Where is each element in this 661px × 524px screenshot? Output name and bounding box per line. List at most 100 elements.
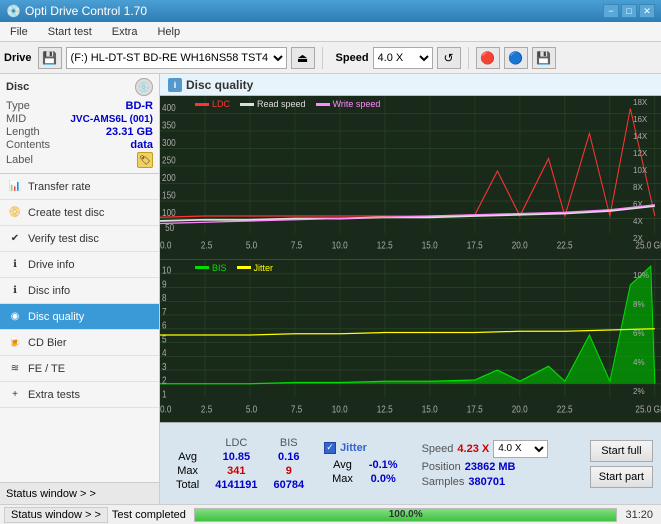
sidebar-item-disc-quality[interactable]: ◉ Disc quality <box>0 304 159 330</box>
status-window-button[interactable]: Status window > > <box>0 482 159 504</box>
cd-bier-icon: 🍺 <box>8 336 22 350</box>
drive-label: Drive <box>4 52 32 64</box>
svg-text:2: 2 <box>162 374 167 385</box>
drive-info-label: Drive info <box>28 259 74 271</box>
mid-label: MID <box>6 113 26 125</box>
svg-text:8: 8 <box>162 292 167 303</box>
sidebar-item-cd-bier[interactable]: 🍺 CD Bier <box>0 330 159 356</box>
svg-text:7.5: 7.5 <box>291 240 302 251</box>
svg-text:17.5: 17.5 <box>467 403 483 414</box>
type-value: BD-R <box>126 100 154 112</box>
status-window-bottom-button[interactable]: Status window > > <box>4 507 108 523</box>
refresh-icon[interactable]: ↺ <box>437 47 461 69</box>
checkbox-check: ✓ <box>326 442 334 453</box>
progress-bar-container: 100.0% <box>194 508 618 522</box>
disc-quality-label: Disc quality <box>28 311 84 323</box>
legend-jitter: Jitter <box>237 263 274 273</box>
start-full-button[interactable]: Start full <box>590 440 653 462</box>
top-chart-y-right: 18X 16X 14X 12X 10X 8X 6X 4X 2X <box>633 98 661 243</box>
menu-start-test[interactable]: Start test <box>42 24 98 40</box>
sidebar-item-extra-tests[interactable]: + Extra tests <box>0 382 159 408</box>
mid-value: JVC-AMS6L (001) <box>70 114 153 125</box>
jitter-checkbox[interactable]: ✓ <box>324 442 336 454</box>
stats-max-row: Max 341 9 <box>168 464 312 478</box>
eject-icon[interactable]: ⏏ <box>291 47 315 69</box>
sidebar-item-drive-info[interactable]: ℹ Drive info <box>0 252 159 278</box>
sidebar-item-transfer-rate[interactable]: 📊 Transfer rate <box>0 174 159 200</box>
write-speed-legend-label: Write speed <box>333 99 381 109</box>
drive-select[interactable]: (F:) HL-DT-ST BD-RE WH16NS58 TST4 <box>66 47 287 69</box>
disc-mid-row: MID JVC-AMS6L (001) <box>6 113 153 125</box>
max-bis-value: 9 <box>265 464 312 478</box>
svg-text:5: 5 <box>162 333 167 344</box>
chart-top: 0.0 2.5 5.0 7.5 10.0 12.5 15.0 17.5 20.0… <box>160 96 661 260</box>
sidebar-item-disc-info[interactable]: ℹ Disc info <box>0 278 159 304</box>
jitter-label: Jitter <box>340 442 367 454</box>
disc-length-row: Length 23.31 GB <box>6 126 153 138</box>
sidebar-item-fe-te[interactable]: ≋ FE / TE <box>0 356 159 382</box>
transfer-rate-label: Transfer rate <box>28 181 91 193</box>
total-ldc-value: 4141191 <box>207 478 265 492</box>
start-part-button[interactable]: Start part <box>590 466 653 488</box>
avg-bis-value: 0.16 <box>265 450 312 464</box>
menu-help[interactable]: Help <box>151 24 186 40</box>
disc-write-icon[interactable]: 🔴 <box>476 47 500 69</box>
svg-text:22.5: 22.5 <box>557 403 573 414</box>
charts-container: 0.0 2.5 5.0 7.5 10.0 12.5 15.0 17.5 20.0… <box>160 96 661 422</box>
contents-value: data <box>130 139 153 151</box>
label-icon: 🏷 <box>137 152 153 168</box>
menu-extra[interactable]: Extra <box>106 24 144 40</box>
svg-text:100: 100 <box>162 207 176 218</box>
drive-info-icon: ℹ <box>8 258 22 272</box>
svg-text:10.0: 10.0 <box>332 403 348 414</box>
samples-value: 380701 <box>468 476 505 488</box>
statusbar: Status window > > Test completed 100.0% … <box>0 504 661 524</box>
svg-text:10: 10 <box>162 264 171 275</box>
sidebar-item-verify-test-disc[interactable]: ✔ Verify test disc <box>0 226 159 252</box>
sidebar-item-create-test-disc[interactable]: 📀 Create test disc <box>0 200 159 226</box>
svg-text:250: 250 <box>162 155 176 166</box>
svg-text:3: 3 <box>162 361 167 372</box>
disc-read-icon[interactable]: 🔵 <box>504 47 528 69</box>
position-label: Position <box>422 461 461 473</box>
svg-text:0.0: 0.0 <box>160 403 171 414</box>
menu-file[interactable]: File <box>4 24 34 40</box>
bottom-chart-y-right: 10% 8% 6% 4% 2% <box>633 262 661 407</box>
speed-position-section: Speed 4.23 X 4.0 X Position 23862 MB Sam… <box>422 440 549 488</box>
length-value: 23.31 GB <box>106 126 153 138</box>
position-value: 23862 MB <box>465 461 516 473</box>
disc-icon: 💿 <box>135 78 153 96</box>
svg-text:12.5: 12.5 <box>377 240 393 251</box>
close-button[interactable]: ✕ <box>639 4 655 18</box>
svg-text:5.0: 5.0 <box>246 403 257 414</box>
svg-text:400: 400 <box>162 102 176 113</box>
speed-select[interactable]: 4.0 X <box>373 47 433 69</box>
titlebar: 💿 Opti Drive Control 1.70 − □ ✕ <box>0 0 661 22</box>
svg-text:22.5: 22.5 <box>557 240 573 251</box>
svg-text:5.0: 5.0 <box>246 240 257 251</box>
length-label: Length <box>6 126 40 138</box>
disc-info-icon: ℹ <box>8 284 22 298</box>
minimize-button[interactable]: − <box>603 4 619 18</box>
samples-row: Samples 380701 <box>422 476 549 488</box>
ldc-bis-table: LDC BIS Avg 10.85 0.16 Max 341 9 <box>168 436 312 492</box>
svg-text:10.0: 10.0 <box>332 240 348 251</box>
time-display: 31:20 <box>625 509 653 521</box>
svg-text:7.5: 7.5 <box>291 403 302 414</box>
sidebar: Disc 💿 Type BD-R MID JVC-AMS6L (001) Len… <box>0 74 160 504</box>
disc-quality-header: i Disc quality <box>160 74 661 96</box>
svg-text:6: 6 <box>162 319 167 330</box>
maximize-button[interactable]: □ <box>621 4 637 18</box>
jitter-avg-label: Avg <box>324 458 361 472</box>
jitter-max-value: 0.0% <box>361 472 406 486</box>
max-ldc-value: 341 <box>207 464 265 478</box>
legend-bis: BIS <box>195 263 227 273</box>
bis-chart-svg: 0.0 2.5 5.0 7.5 10.0 12.5 15.0 17.5 20.0… <box>160 260 661 423</box>
stats-avg-row: Avg 10.85 0.16 <box>168 450 312 464</box>
app-icon: 💿 <box>6 4 21 18</box>
action-buttons: Start full Start part <box>590 440 653 488</box>
contents-label: Contents <box>6 139 50 151</box>
speed-stat-select[interactable]: 4.0 X <box>493 440 548 458</box>
toolbar: Drive 💾 (F:) HL-DT-ST BD-RE WH16NS58 TST… <box>0 42 661 74</box>
save-icon[interactable]: 💾 <box>532 47 556 69</box>
